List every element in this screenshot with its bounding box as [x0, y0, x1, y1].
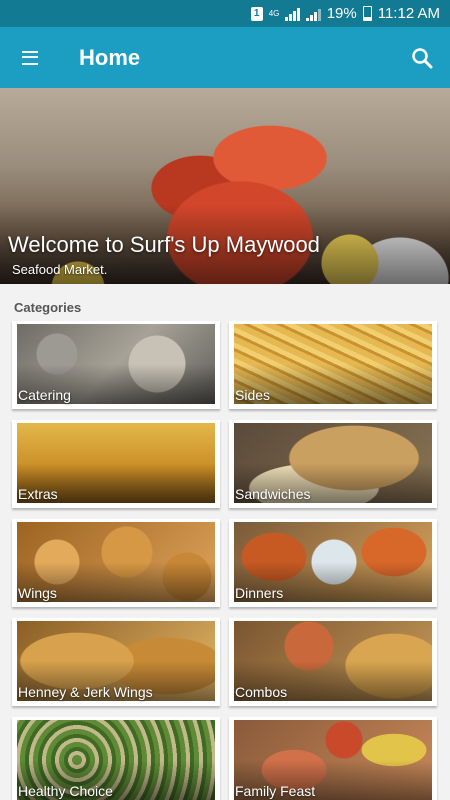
category-tile-henney-jerk-wings[interactable]: Henney & Jerk Wings	[12, 618, 220, 706]
category-tile-catering[interactable]: Catering	[12, 321, 220, 409]
category-label: Extras	[18, 486, 58, 502]
category-tile-sides[interactable]: Sides	[229, 321, 437, 409]
category-tile-healthy-choice[interactable]: Healthy Choice	[12, 717, 220, 800]
clock: 11:12 AM	[377, 5, 440, 22]
hero-subtitle: Seafood Market.	[12, 262, 108, 277]
sim-slot-icon: 1	[250, 6, 263, 21]
category-tile-sandwiches[interactable]: Sandwiches	[229, 420, 437, 508]
category-label: Catering	[18, 387, 71, 403]
category-tile-extras[interactable]: Extras	[12, 420, 220, 508]
category-tile-dinners[interactable]: Dinners	[229, 519, 437, 607]
category-label: Combos	[235, 684, 288, 700]
signal-icon	[284, 7, 300, 21]
category-label: Dinners	[235, 585, 284, 601]
category-tile-combos[interactable]: Combos	[229, 618, 437, 706]
app-bar: Home	[0, 27, 450, 88]
hero-banner: Welcome to Surf's Up Maywood Seafood Mar…	[0, 88, 450, 284]
category-label: Healthy Choice	[18, 783, 113, 799]
signal-icon-2	[305, 7, 321, 21]
category-tile-family-feast[interactable]: Family Feast	[229, 717, 437, 800]
category-label: Sandwiches	[235, 486, 311, 502]
hero-title: Welcome to Surf's Up Maywood	[8, 232, 320, 257]
battery-icon	[362, 6, 372, 21]
status-bar: 1 4G 19% 11:12 AM	[0, 0, 450, 27]
category-label: Sides	[235, 387, 271, 403]
category-label: Henney & Jerk Wings	[18, 684, 153, 700]
search-icon[interactable]	[394, 27, 450, 88]
category-label: Wings	[18, 585, 57, 601]
page-title: Home	[79, 44, 141, 70]
category-tile-wings[interactable]: Wings	[12, 519, 220, 607]
network-type-label: 4G	[268, 8, 280, 18]
battery-percent: 19%	[326, 5, 357, 22]
categories-heading: Categories	[14, 300, 82, 315]
category-label: Family Feast	[235, 783, 316, 799]
hamburger-menu-icon[interactable]	[0, 27, 60, 88]
